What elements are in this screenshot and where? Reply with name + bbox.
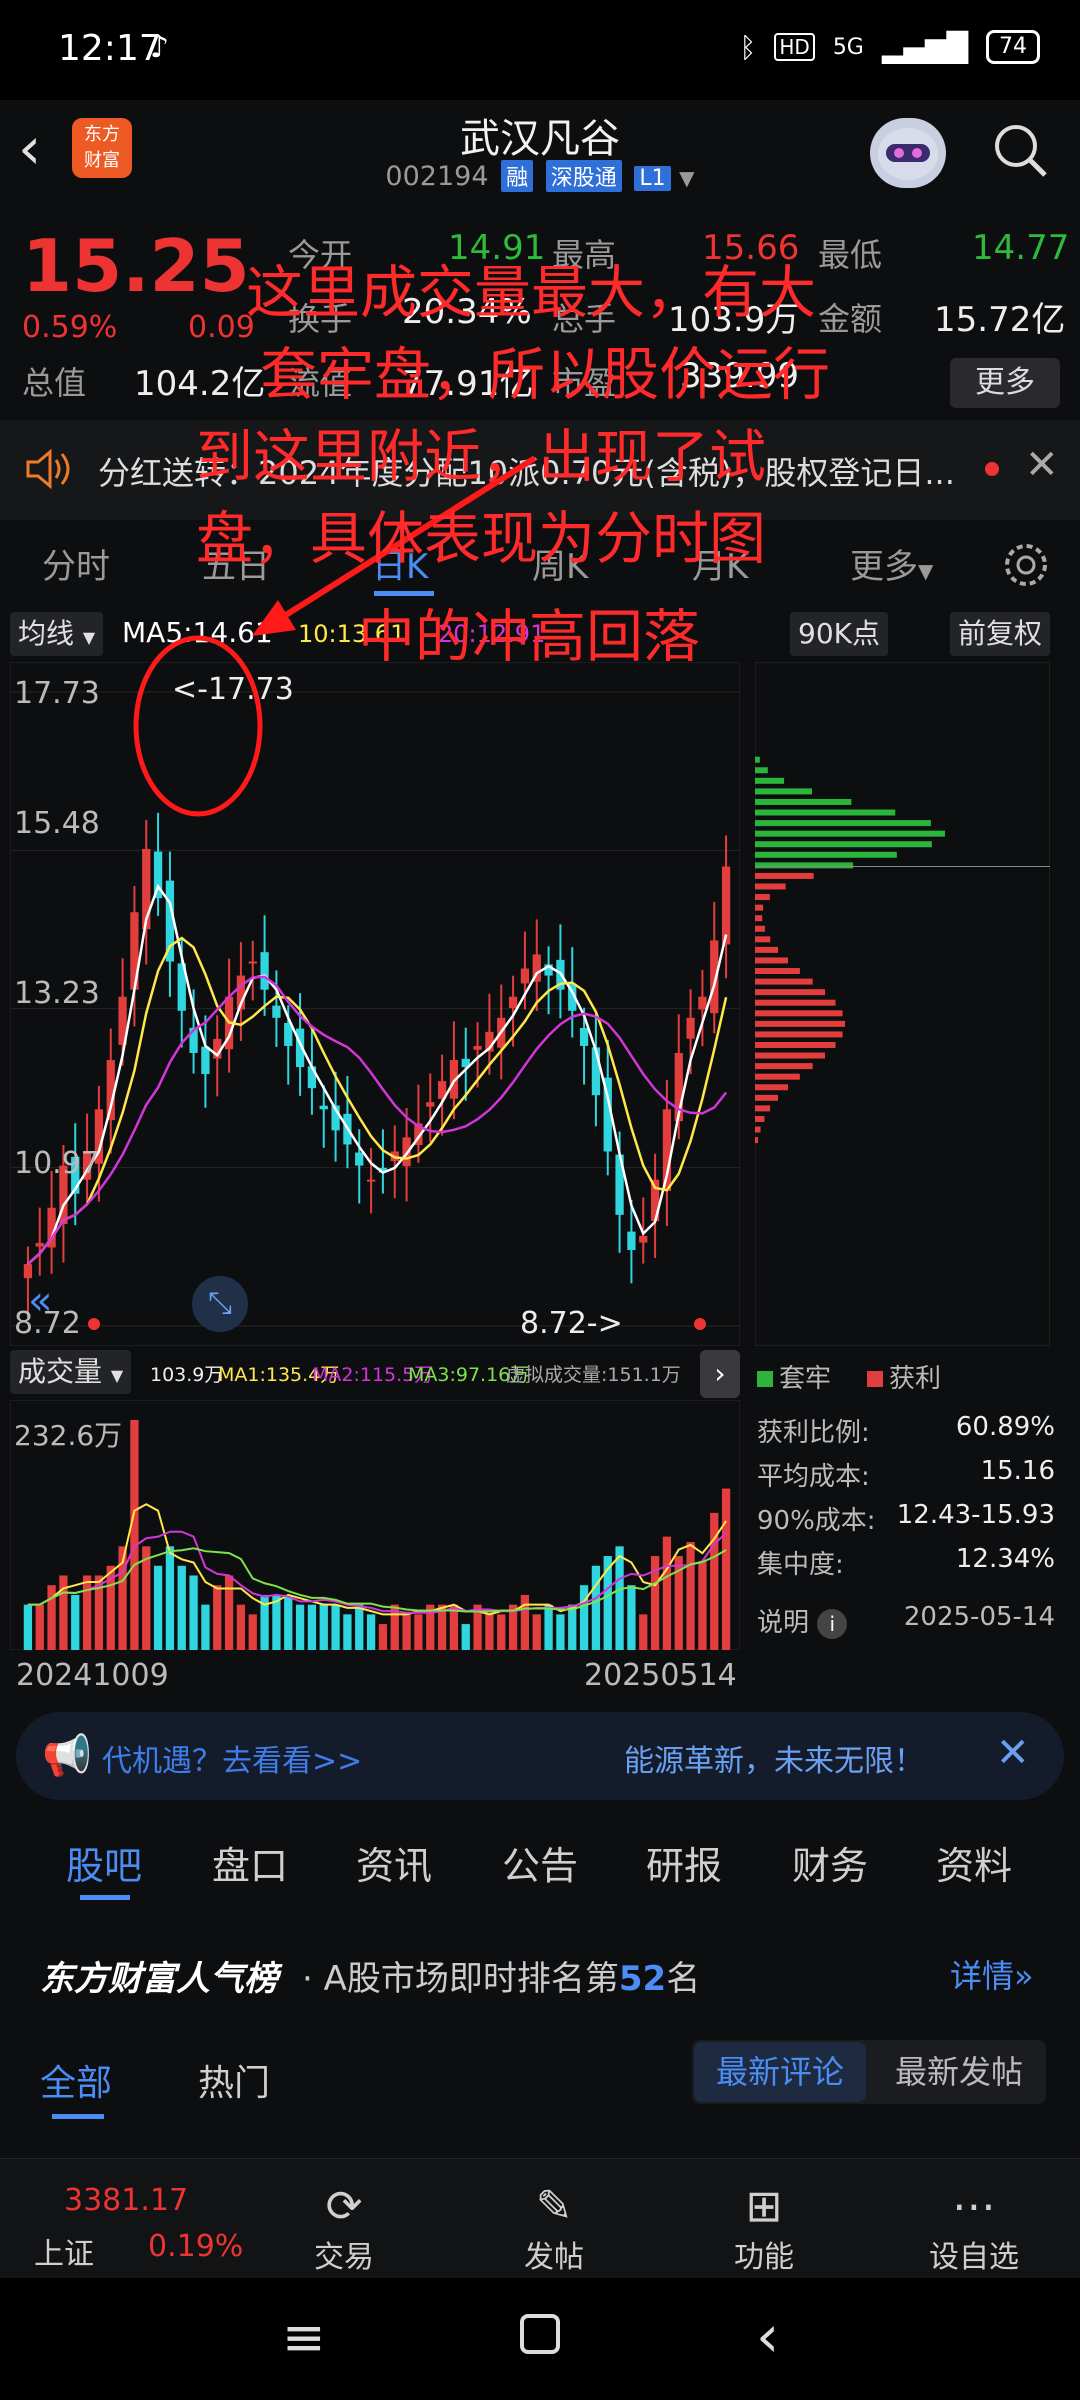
annotation-line-3: 到这里附近，出现了试 (196, 424, 766, 490)
annotation-line-4: 盘，具体表现为分时图 (196, 506, 766, 572)
annotation-line-1: 这里成交量最大，有大 (246, 260, 816, 326)
annotation-line-5: 中的冲高回落 (358, 604, 700, 670)
annotation-circle (133, 635, 263, 817)
annotation-arrow-head (252, 600, 296, 636)
annotation-line-2: 套牢盘，所以股价运行 (260, 342, 830, 408)
